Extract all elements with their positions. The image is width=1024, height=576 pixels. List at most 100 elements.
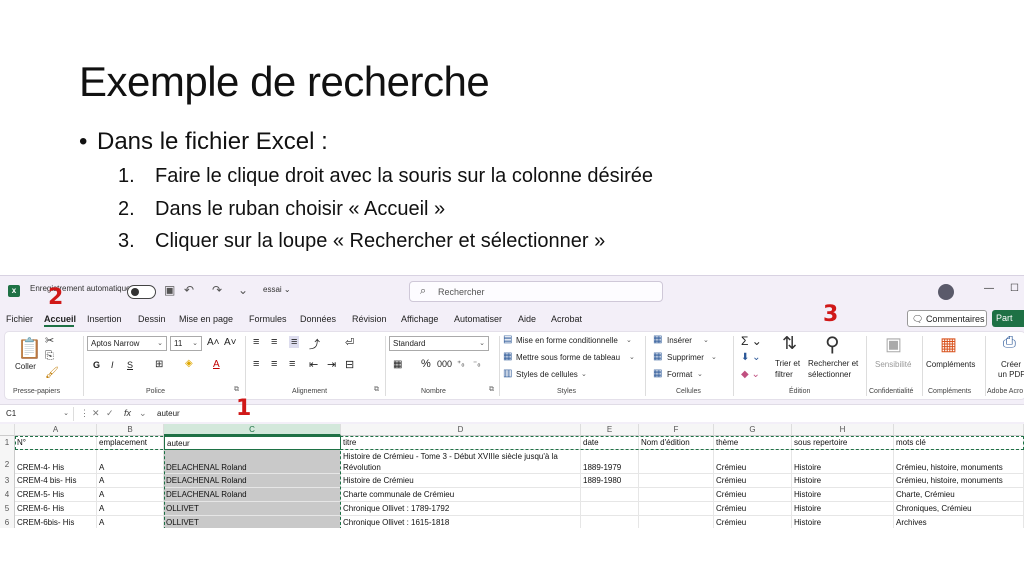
create-pdf-label-1[interactable]: Créer (1001, 360, 1021, 369)
bold-icon[interactable]: G (93, 360, 100, 370)
tab-automatiser[interactable]: Automatiser (454, 314, 502, 324)
table-cell[interactable]: CREM-4- His (15, 450, 97, 474)
maximize-icon[interactable]: ☐ (1010, 283, 1019, 294)
table-cell[interactable]: Crémieu, histoire, monuments (894, 450, 1024, 474)
table-cell[interactable]: 1889-1979 (581, 450, 639, 474)
format-as-table-button[interactable]: Mettre sous forme de tableau (516, 353, 620, 362)
tab-insertion[interactable]: Insertion (87, 314, 122, 324)
table-cell[interactable]: Crémieu (714, 502, 792, 516)
row-header-3[interactable]: 3 (0, 474, 15, 488)
table-cell[interactable]: CREM-4 bis- His (15, 474, 97, 488)
table-cell[interactable]: Histoire de Crémieu (341, 474, 581, 488)
fill-icon[interactable]: ⬇ ⌄ (741, 352, 761, 363)
enter-icon[interactable]: ✓ (106, 408, 114, 419)
chevron-down-icon[interactable]: ⌄ (626, 336, 632, 344)
chevron-down-icon[interactable]: ⌄ (703, 336, 709, 344)
table-cell[interactable]: titre (341, 436, 581, 450)
column-header-f[interactable]: F (639, 424, 714, 436)
decrease-decimal-icon[interactable]: ⁻₀ (473, 359, 481, 368)
column-header-c[interactable]: C (164, 424, 341, 436)
conditional-format-button[interactable]: Mise en forme conditionnelle (516, 336, 618, 345)
search-input[interactable]: ⌕ Rechercher (409, 281, 663, 302)
comments-button[interactable]: 🗨 Commentaires (907, 310, 987, 327)
find-select-icon[interactable]: ⚲ (825, 332, 840, 357)
column-header-h[interactable]: H (792, 424, 894, 436)
row-header-4[interactable]: 4 (0, 488, 15, 502)
font-grow-icon[interactable]: A˄ (207, 337, 220, 348)
tab-donnees[interactable]: Données (300, 314, 336, 324)
table-cell[interactable]: CREM-6- His (15, 502, 97, 516)
format-painter-icon[interactable]: 🖌 (45, 366, 59, 379)
table-cell[interactable]: Histoire (792, 488, 894, 502)
chevron-down-icon[interactable]: ⌄ (581, 370, 587, 378)
table-cell[interactable]: A (97, 450, 164, 474)
function-icon[interactable]: fx (124, 408, 131, 418)
thousands-icon[interactable]: 000 (437, 359, 452, 369)
table-cell[interactable]: thème (714, 436, 792, 450)
name-box[interactable]: C1 ⌄ (2, 407, 74, 421)
paste-label[interactable]: Coller (15, 362, 36, 371)
active-cell[interactable]: auteur (164, 436, 341, 450)
table-cell[interactable]: OLLIVET (164, 502, 341, 516)
table-cell[interactable]: DELACHENAL Roland (164, 488, 341, 502)
create-pdf-label-2[interactable]: un PDF (998, 370, 1024, 379)
font-name-select[interactable]: Aptos Narrow ⌄ (87, 336, 167, 351)
table-cell[interactable]: Crémieu (714, 474, 792, 488)
column-header-e[interactable]: E (581, 424, 639, 436)
table-cell[interactable]: OLLIVET (164, 516, 341, 528)
paste-icon[interactable]: 📋 (17, 336, 42, 361)
file-name[interactable]: essai ⌄ (263, 285, 291, 294)
formula-input[interactable]: auteur (157, 409, 180, 418)
align-center-icon[interactable]: ≡ (271, 358, 277, 370)
align-top-icon[interactable]: ≡ (253, 336, 259, 348)
table-cell[interactable] (639, 488, 714, 502)
cancel-icon[interactable]: ✕ (92, 408, 100, 419)
table-cell[interactable]: Charte, Crémieu (894, 488, 1024, 502)
row-header-6[interactable]: 6 (0, 516, 15, 528)
align-bottom-icon[interactable]: ≡ (289, 336, 300, 348)
addins-button[interactable]: Compléments (926, 360, 975, 369)
column-header-a[interactable]: A (15, 424, 97, 436)
merge-icon[interactable]: ⊟ (345, 358, 354, 371)
table-cell[interactable] (581, 502, 639, 516)
table-cell[interactable]: Crémieu (714, 488, 792, 502)
underline-icon[interactable]: S (127, 360, 133, 370)
indent-decrease-icon[interactable]: ⇤ (309, 358, 318, 371)
share-button[interactable]: Part (992, 310, 1024, 327)
align-left-icon[interactable]: ≡ (253, 358, 259, 370)
table-cell[interactable]: A (97, 474, 164, 488)
table-cell[interactable]: Histoire (792, 516, 894, 528)
number-format-select[interactable]: Standard ⌄ (389, 336, 489, 351)
borders-icon[interactable]: ⊞ (155, 359, 163, 370)
table-cell[interactable]: Chroniques, Crémieu (894, 502, 1024, 516)
table-cell[interactable]: A (97, 502, 164, 516)
table-cell[interactable]: Archives (894, 516, 1024, 528)
sensitivity-button[interactable]: Sensibilité (875, 360, 911, 369)
align-middle-icon[interactable]: ≡ (271, 336, 277, 348)
column-header-d[interactable]: D (341, 424, 581, 436)
dialog-launcher-icon[interactable]: ⧉ (374, 386, 379, 394)
cut-icon[interactable]: ✂ (45, 334, 54, 347)
table-cell[interactable] (639, 502, 714, 516)
row-header-5[interactable]: 5 (0, 502, 15, 516)
undo-icon[interactable]: ↶ (184, 283, 194, 297)
table-cell[interactable]: emplacement (97, 436, 164, 450)
select-all-corner[interactable] (0, 424, 15, 436)
chevron-down-icon[interactable]: ⌄ (139, 408, 147, 419)
table-cell[interactable]: CREM-5- His (15, 488, 97, 502)
orientation-icon[interactable]: ⤴ (309, 336, 320, 352)
table-cell[interactable]: Nom d'édition (639, 436, 714, 450)
table-cell[interactable]: A (97, 516, 164, 528)
font-color-icon[interactable]: A (213, 359, 220, 370)
percent-icon[interactable]: % (421, 358, 431, 370)
table-cell[interactable]: CREM-6bis- His (15, 516, 97, 528)
increase-decimal-icon[interactable]: ⁺₀ (457, 359, 465, 368)
save-icon[interactable]: ▣ (164, 283, 175, 297)
insert-button[interactable]: Insérer (667, 336, 692, 345)
table-cell[interactable]: Crémieu (714, 450, 792, 474)
table-cell[interactable]: Chronique Ollivet : 1789-1792 (341, 502, 581, 516)
row-header-2[interactable]: 2 (0, 450, 15, 474)
table-cell[interactable]: Crémieu, histoire, monuments (894, 474, 1024, 488)
currency-icon[interactable]: ▦ (393, 359, 402, 370)
tab-aide[interactable]: Aide (518, 314, 536, 324)
